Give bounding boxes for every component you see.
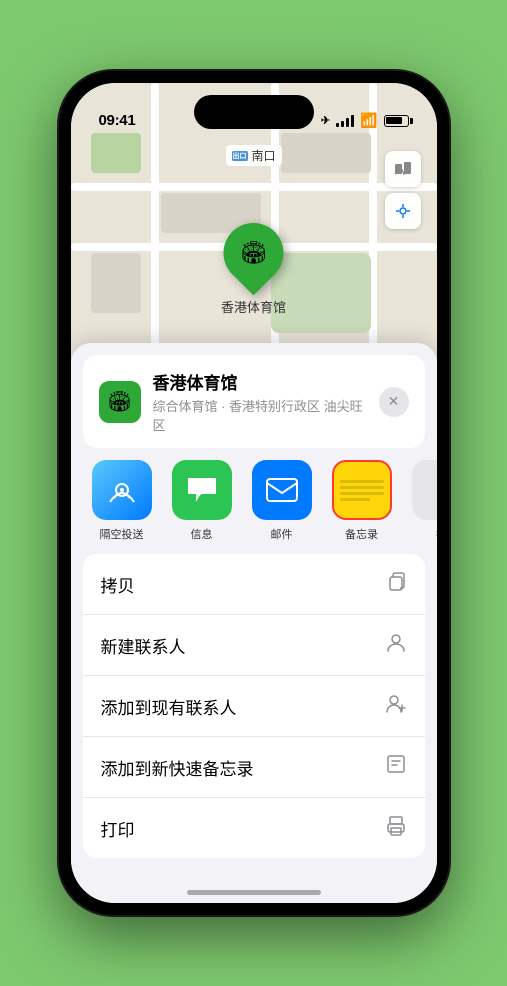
messages-label: 信息 [191,526,213,542]
action-add-existing[interactable]: 添加到现有联系人 [83,676,425,737]
status-icons: ✈ 📶 [321,112,409,129]
share-item-notes[interactable]: 备忘录 [327,460,397,542]
action-copy[interactable]: 拷贝 [83,554,425,615]
location-card: 🏟 香港体育馆 综合体育馆 · 香港特别行政区 油尖旺区 ✕ [83,355,425,448]
messages-icon[interactable] [172,460,232,520]
location-info: 香港体育馆 综合体育馆 · 香港特别行政区 油尖旺区 [153,369,367,434]
status-time: 09:41 [99,112,136,129]
map-exit-label: 出口 南口 [225,145,281,166]
action-print[interactable]: 打印 [83,798,425,858]
notes-icon[interactable] [332,460,392,520]
dynamic-island [194,95,314,129]
copy-label: 拷贝 [101,572,135,597]
mail-icon[interactable] [252,460,312,520]
new-contact-icon [385,631,407,659]
add-existing-icon [385,692,407,720]
action-new-contact[interactable]: 新建联系人 [83,615,425,676]
share-item-mail[interactable]: 邮件 [247,460,317,542]
airdrop-label: 隔空投送 [100,526,144,542]
share-item-more[interactable]: 推 [407,460,437,542]
new-contact-label: 新建联系人 [101,633,186,658]
location-subtitle: 综合体育馆 · 香港特别行政区 油尖旺区 [153,396,367,434]
wifi-icon: 📶 [360,112,377,129]
home-indicator [187,890,321,895]
pin-label: 香港体育馆 [221,297,286,316]
location-name: 香港体育馆 [153,369,367,394]
location-arrow-icon: ✈ [321,114,330,127]
share-item-messages[interactable]: 信息 [167,460,237,542]
copy-icon [385,570,407,598]
airdrop-icon[interactable] [92,460,152,520]
action-add-quick-note[interactable]: 添加到新快速备忘录 [83,737,425,798]
map-controls[interactable] [385,151,421,229]
signal-icon [336,115,354,127]
map-pin: 🏟 香港体育馆 [221,223,286,316]
mail-label: 邮件 [271,526,293,542]
notes-label: 备忘录 [345,526,378,542]
phone-frame: 09:41 ✈ 📶 [59,71,449,915]
print-label: 打印 [101,816,135,841]
map-label-text: 南口 [251,147,275,164]
pin-circle: 🏟 [211,211,296,296]
share-row: 隔空投送 信息 [71,448,437,554]
quick-note-icon [385,753,407,781]
close-button[interactable]: ✕ [379,387,409,417]
bottom-sheet: 🏟 香港体育馆 综合体育馆 · 香港特别行政区 油尖旺区 ✕ [71,343,437,903]
quick-note-label: 添加到新快速备忘录 [101,755,254,780]
more-icon[interactable] [412,460,437,520]
pin-icon: 🏟 [240,240,268,266]
exit-icon: 出口 [231,151,247,161]
share-item-airdrop[interactable]: 隔空投送 [87,460,157,542]
location-button[interactable] [385,193,421,229]
map-type-button[interactable] [385,151,421,187]
print-icon [385,814,407,842]
add-existing-label: 添加到现有联系人 [101,694,237,719]
battery-icon [384,115,409,127]
phone-screen: 09:41 ✈ 📶 [71,83,437,903]
action-list: 拷贝 新建联系人 [83,554,425,858]
more-label: 推 [436,526,437,542]
location-venue-icon: 🏟 [99,381,141,423]
